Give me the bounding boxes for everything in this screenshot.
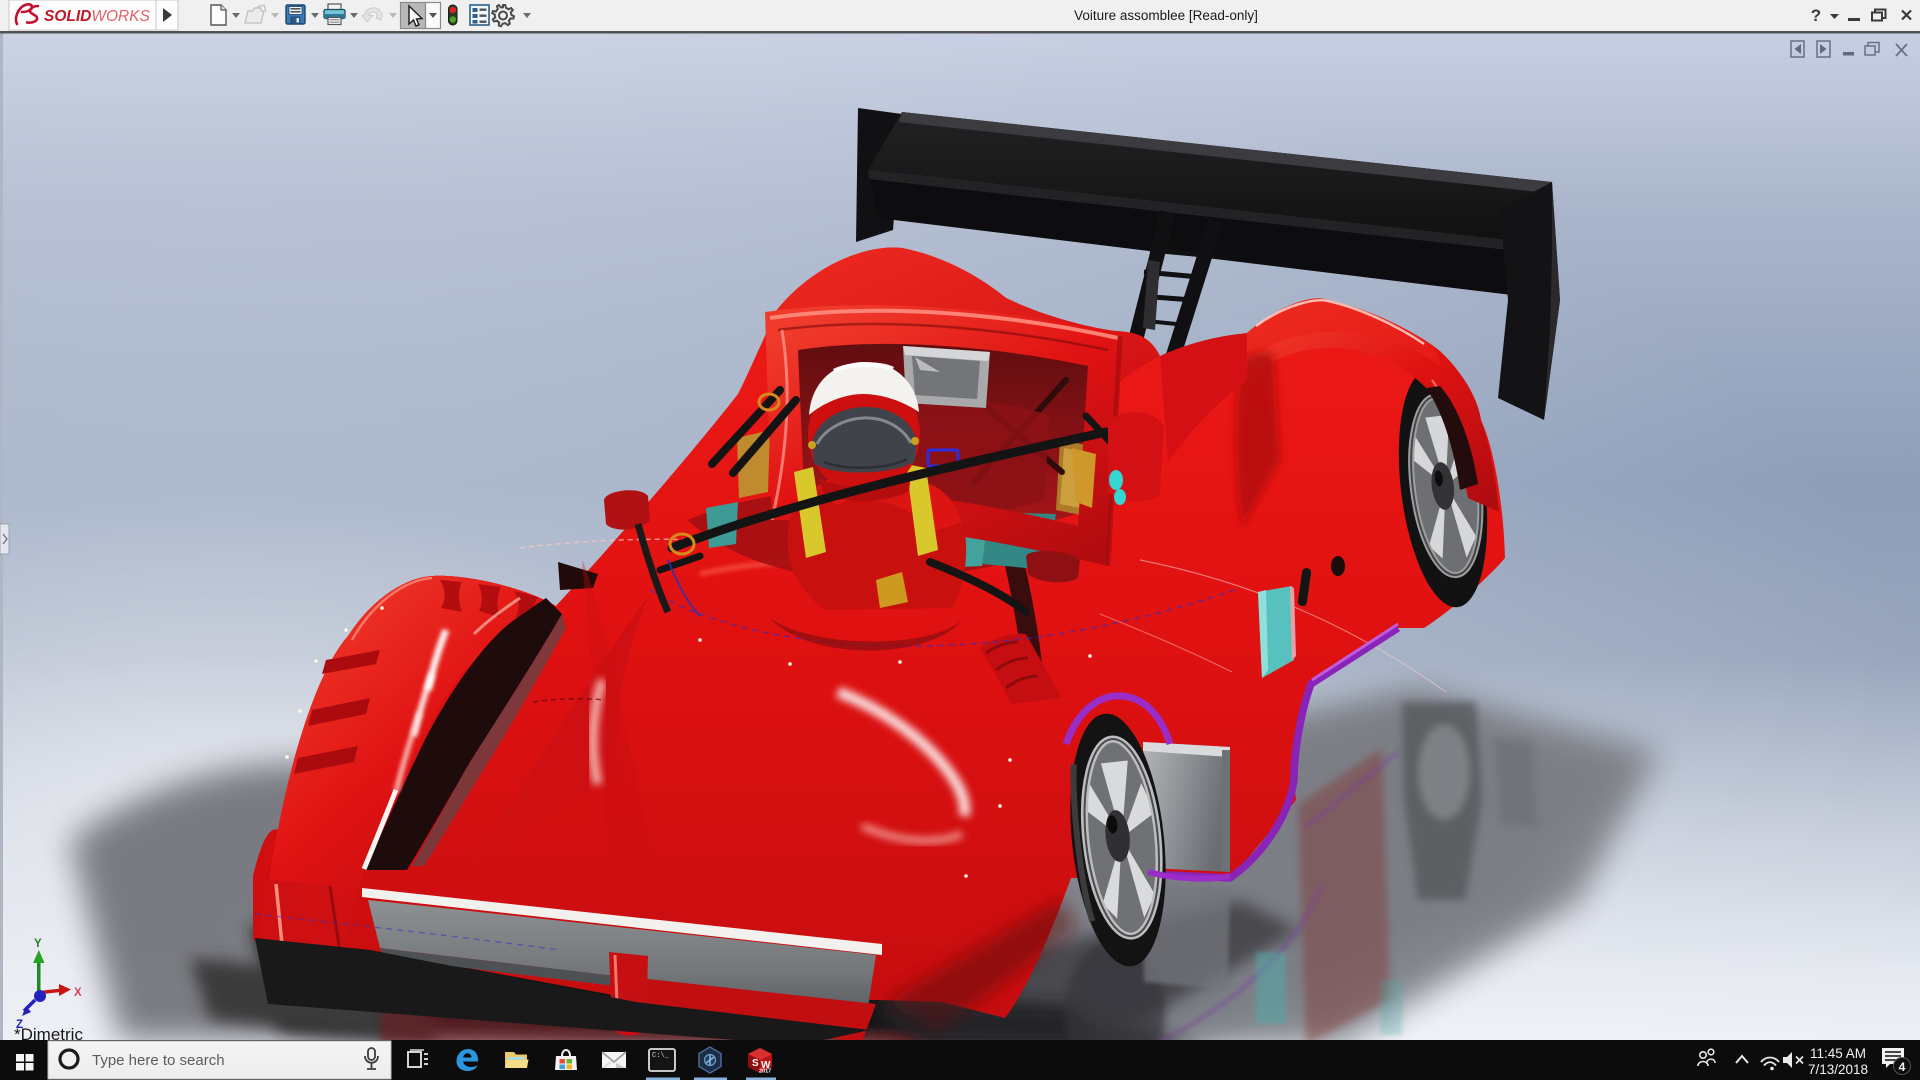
svg-text:S: S	[752, 1058, 759, 1069]
svg-text:4: 4	[1899, 1060, 1906, 1074]
svg-text:Y: Y	[34, 938, 42, 950]
svg-text:2017: 2017	[759, 1069, 771, 1075]
svg-text:C:\_: C:\_	[652, 1052, 670, 1060]
svg-text:7/13/2018: 7/13/2018	[1808, 1062, 1868, 1077]
svg-text:X: X	[74, 987, 82, 999]
svg-text:Type here to search: Type here to search	[92, 1052, 225, 1069]
svg-text:?: ?	[1811, 6, 1821, 25]
svg-text:11:45 AM: 11:45 AM	[1810, 1046, 1866, 1061]
svg-text:Voiture assomblee [Read-only]: Voiture assomblee [Read-only]	[1074, 8, 1258, 23]
svg-text:SOLIDWORKS: SOLIDWORKS	[44, 8, 151, 25]
